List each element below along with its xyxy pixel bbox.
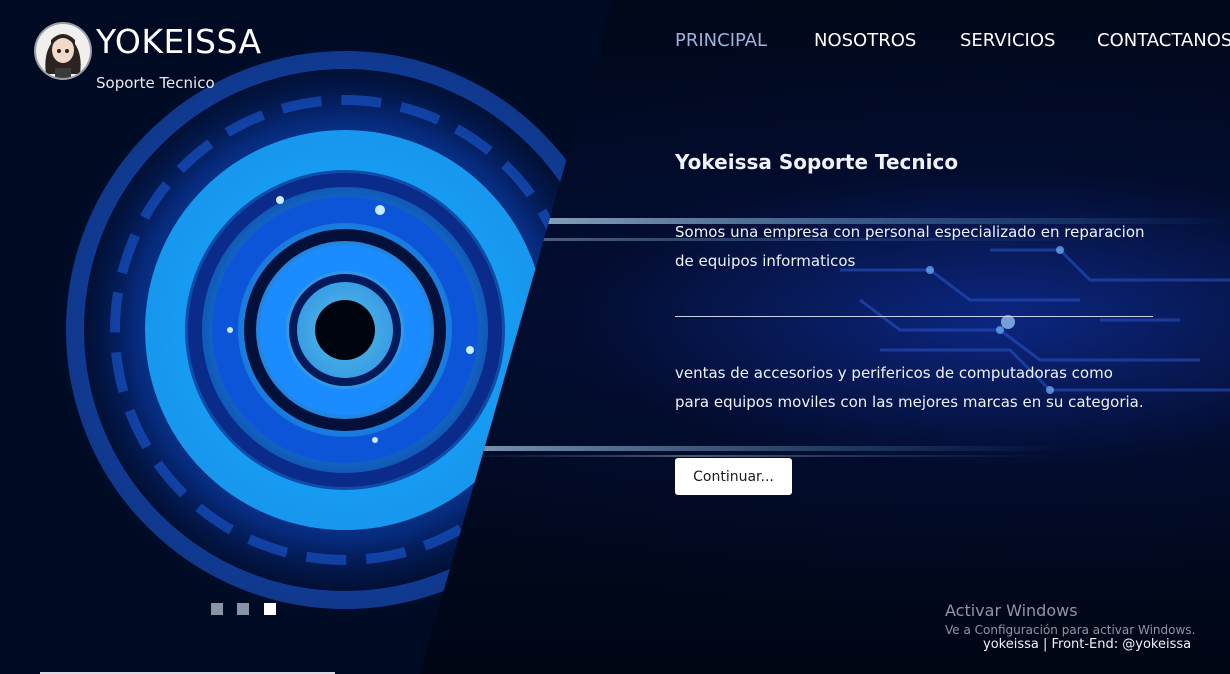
avatar xyxy=(36,24,90,78)
footer-credit: yokeissa | Front-End: @yokeissa xyxy=(983,637,1192,652)
nav-item-nosotros[interactable]: NOSOTROS xyxy=(814,30,916,51)
windows-activation-subtitle: Ve a Configuración para activar Windows. xyxy=(945,623,1196,637)
carousel-dot-1[interactable] xyxy=(211,603,223,615)
hero-paragraph-1: Somos una empresa con personal especiali… xyxy=(675,223,1145,270)
carousel-dot-3[interactable] xyxy=(264,603,276,615)
tech-circle-background xyxy=(0,0,1230,674)
hero-title: Yokeissa Soporte Tecnico xyxy=(675,150,959,174)
nav-item-servicios[interactable]: SERVICIOS xyxy=(960,30,1055,51)
divider xyxy=(675,316,1153,317)
page: YOKEISSA Soporte Tecnico PRINCIPAL NOSOT… xyxy=(0,0,1230,674)
hero-paragraph-2: ventas de accesorios y perifericos de co… xyxy=(675,364,1144,411)
nav-item-principal[interactable]: PRINCIPAL xyxy=(675,30,767,51)
brand-name: YOKEISSA xyxy=(96,22,262,61)
continue-button[interactable]: Continuar... xyxy=(675,458,792,495)
carousel-dot-2[interactable] xyxy=(237,603,249,615)
brand-tagline: Soporte Tecnico xyxy=(96,74,215,92)
nav-item-contactanos[interactable]: CONTACTANOS xyxy=(1097,30,1230,51)
windows-activation-title: Activar Windows xyxy=(945,601,1078,620)
hero-content: Yokeissa Soporte Tecnico Somos una empre… xyxy=(675,150,1155,495)
